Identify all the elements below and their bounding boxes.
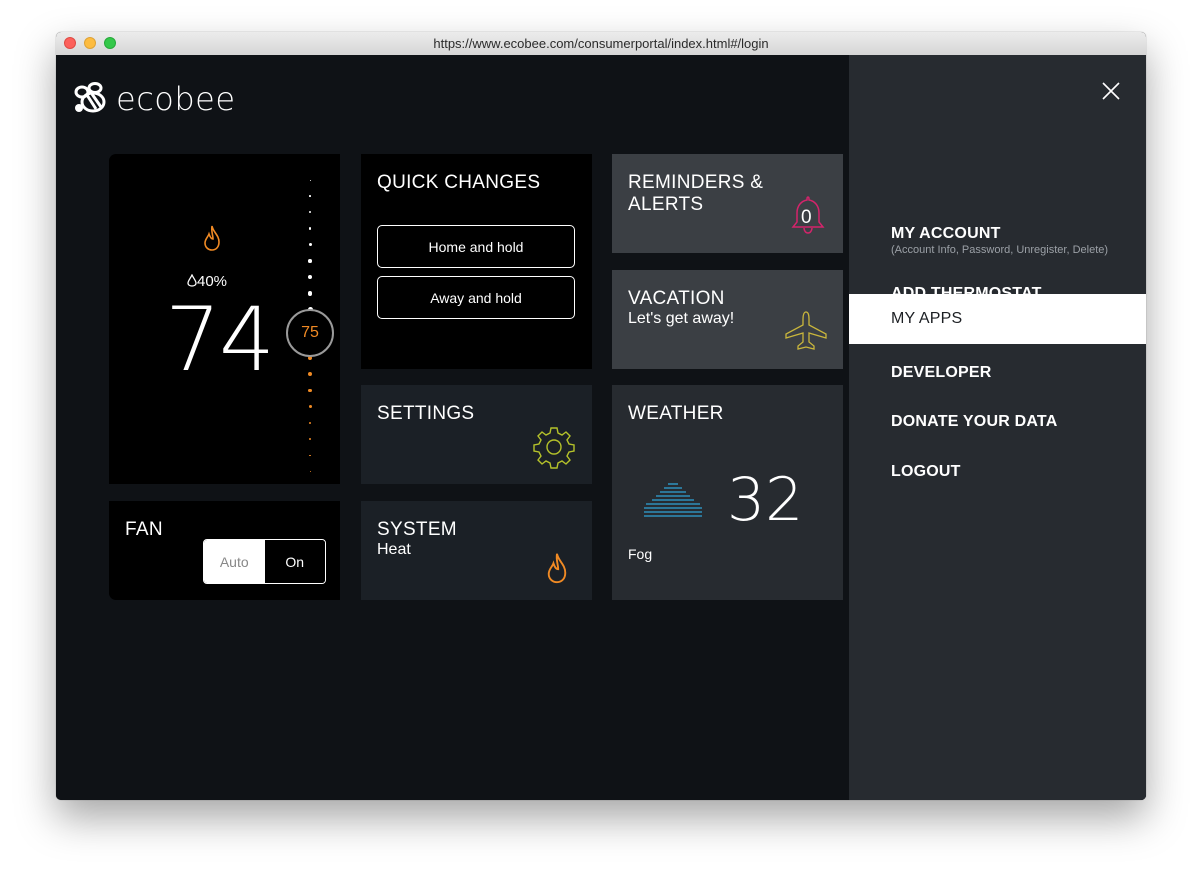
slider-dot (307, 291, 313, 296)
home-and-hold-button[interactable]: Home and hold (377, 225, 575, 268)
thermostat-tile[interactable]: 40% 74 75 (109, 154, 340, 484)
weather-tile[interactable]: WEATHER 32 Fog (612, 385, 843, 600)
fan-mode-toggle[interactable]: Auto On (203, 539, 326, 584)
slider-dot (309, 438, 311, 441)
fan-title: FAN (125, 519, 163, 540)
weather-condition: Fog (628, 546, 653, 562)
system-mode: Heat (377, 541, 411, 558)
slider-dot (309, 195, 311, 197)
menu-item-my-account[interactable]: MY ACCOUNT (Account Info, Password, Unre… (849, 215, 1146, 265)
alert-count: 0 (801, 207, 812, 228)
reminders-alerts-tile[interactable]: REMINDERS & ALERTS 0 (612, 154, 843, 253)
menu-item-label: MY ACCOUNT (891, 224, 1001, 242)
bee-icon (74, 82, 106, 113)
url-text[interactable]: https://www.ecobee.com/consumerportal/in… (56, 36, 1146, 51)
droplet-icon (187, 273, 197, 287)
slider-dot (309, 454, 311, 457)
slider-dot (308, 405, 312, 409)
system-title: SYSTEM (377, 519, 457, 540)
system-tile[interactable]: SYSTEM Heat (361, 501, 592, 600)
weather-title: WEATHER (628, 403, 724, 424)
slider-dot (308, 227, 312, 230)
fan-on-option[interactable]: On (264, 540, 325, 583)
vacation-title: VACATION (628, 288, 725, 309)
reminders-title: REMINDERS & ALERTS (628, 172, 763, 216)
vacation-tile[interactable]: VACATION Let's get away! (612, 270, 843, 369)
menu-item-donate-your-data[interactable]: DONATE YOUR DATA (849, 397, 1146, 447)
ecobee-logo[interactable]: ecobee (74, 80, 236, 118)
airplane-icon (785, 311, 827, 350)
slider-dot (308, 275, 312, 280)
setpoint-handle[interactable]: 75 (286, 309, 334, 357)
slider-dot (308, 243, 312, 247)
app-content: ecobee 40% 74 75 FAN Auto On QUICK CHANG… (56, 55, 1146, 800)
browser-window: https://www.ecobee.com/consumerportal/in… (56, 32, 1146, 800)
fan-auto-option[interactable]: Auto (204, 540, 265, 583)
title-bar: https://www.ecobee.com/consumerportal/in… (56, 32, 1146, 56)
menu-item-my-apps[interactable]: MY APPS (849, 294, 1146, 344)
logo-text: ecobee (116, 80, 236, 118)
flame-icon (204, 225, 220, 251)
flame-icon (547, 553, 567, 584)
fog-icon (644, 483, 702, 517)
current-temperature: 74 (165, 288, 275, 391)
slider-dot (308, 372, 312, 377)
quick-changes-title: QUICK CHANGES (377, 172, 541, 193)
slider-dot (309, 471, 311, 473)
slider-dot (308, 421, 312, 425)
quick-changes-tile: QUICK CHANGES Home and hold Away and hol… (361, 154, 592, 369)
slider-dot (309, 179, 311, 181)
away-and-hold-button[interactable]: Away and hold (377, 276, 575, 319)
settings-title: SETTINGS (377, 403, 475, 424)
menu-item-logout[interactable]: LOGOUT (849, 447, 1146, 497)
menu-item-sublabel: (Account Info, Password, Unregister, Del… (891, 243, 1109, 256)
slider-dot (308, 388, 312, 393)
reminders-title-line2: ALERTS (628, 194, 704, 215)
weather-temperature: 32 (727, 465, 804, 535)
settings-tile[interactable]: SETTINGS (361, 385, 592, 484)
gear-icon (533, 427, 575, 469)
close-icon[interactable] (1101, 81, 1121, 101)
menu-item-developer[interactable]: DEVELOPER (849, 348, 1146, 398)
slider-dot (309, 211, 311, 214)
side-menu: MY ACCOUNT (Account Info, Password, Unre… (849, 55, 1146, 800)
slider-dot (308, 259, 312, 263)
fan-tile: FAN Auto On (109, 501, 340, 600)
reminders-title-line1: REMINDERS & (628, 172, 764, 193)
vacation-subtitle: Let's get away! (628, 310, 735, 327)
